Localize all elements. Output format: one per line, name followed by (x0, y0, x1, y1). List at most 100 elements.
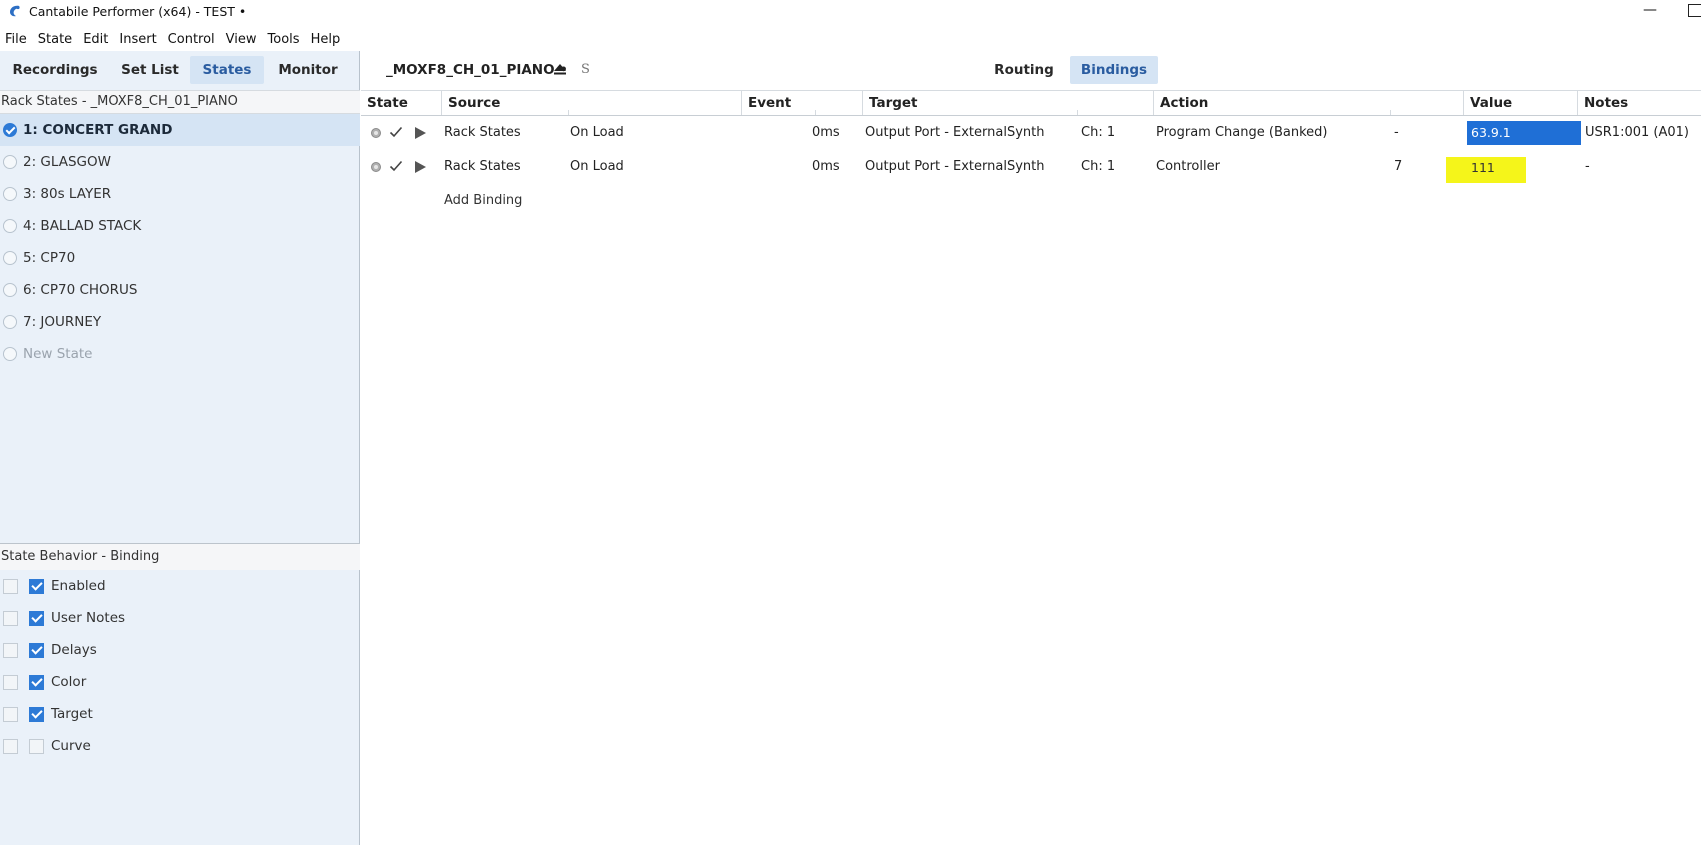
tab-routing[interactable]: Routing (986, 56, 1062, 84)
tab-states[interactable]: States (190, 56, 264, 84)
radio-circle-icon (3, 315, 17, 329)
rack-name[interactable]: _MOXF8_CH_01_PIANO • (386, 56, 568, 84)
enabled-check-icon[interactable] (389, 125, 403, 139)
bindings-grid-header: State Source Event Target Action Value N… (361, 90, 1701, 116)
column-divider (815, 110, 816, 115)
window-title: Cantabile Performer (x64) - TEST • (29, 4, 247, 19)
radio-circle-icon (3, 155, 17, 169)
state-behavior-section: State Behavior - Binding Enabled User No… (0, 543, 360, 762)
state-item-glasgow[interactable]: 2: GLASGOW (0, 146, 360, 178)
menu-view[interactable]: View (221, 29, 263, 51)
source-event-cell: On Load (570, 125, 624, 140)
title-bar: Cantabile Performer (x64) - TEST • — (0, 0, 1701, 26)
bindings-panel: _MOXF8_CH_01_PIANO • S Routing Bindings … (361, 51, 1701, 845)
user-notes-checkbox[interactable] (29, 611, 44, 626)
maximize-button[interactable] (1688, 4, 1701, 17)
status-dot-icon[interactable] (371, 162, 381, 172)
state-item-concert-grand[interactable]: 1: CONCERT GRAND (0, 114, 360, 146)
source-event-cell: On Load (570, 159, 624, 174)
action-cell: Program Change (Banked) (1156, 125, 1328, 140)
behavior-label: User Notes (51, 610, 126, 626)
tab-recordings[interactable]: Recordings (0, 56, 110, 84)
col-value[interactable]: Value (1463, 91, 1577, 115)
color-checkbox[interactable] (29, 675, 44, 690)
add-binding-button[interactable]: Add Binding (444, 185, 522, 217)
behavior-curve: Curve (0, 730, 360, 762)
include-checkbox[interactable] (3, 707, 18, 722)
behavior-label: Color (51, 674, 87, 690)
notes-cell[interactable]: - (1585, 151, 1590, 183)
state-item-label: 1: CONCERT GRAND (23, 122, 173, 138)
channel-cell: Ch: 1 (1081, 125, 1116, 140)
state-list: 1: CONCERT GRAND 2: GLASGOW 3: 80s LAYER… (0, 114, 360, 370)
include-checkbox[interactable] (3, 739, 18, 754)
radio-circle-icon (3, 219, 17, 233)
delays-checkbox[interactable] (29, 643, 44, 658)
tab-bindings[interactable]: Bindings (1070, 56, 1158, 84)
col-notes[interactable]: Notes (1577, 91, 1701, 115)
menu-edit[interactable]: Edit (78, 29, 114, 51)
target-checkbox[interactable] (29, 707, 44, 722)
value-cell[interactable]: 63.9.1 (1467, 121, 1581, 145)
menu-control[interactable]: Control (163, 29, 221, 51)
new-state-item[interactable]: New State (0, 338, 360, 370)
binding-row[interactable]: Rack States On Load 0ms Output Port - Ex… (361, 117, 1701, 149)
target-cell: Output Port - ExternalSynth (865, 125, 1045, 140)
source-cell: Rack States (444, 159, 521, 174)
state-item-cp70-chorus[interactable]: 6: CP70 CHORUS (0, 274, 360, 306)
menu-insert[interactable]: Insert (114, 29, 162, 51)
eject-icon[interactable] (553, 62, 567, 76)
selected-check-icon (3, 123, 17, 137)
menu-tools[interactable]: Tools (263, 29, 306, 51)
state-item-cp70[interactable]: 5: CP70 (0, 242, 360, 274)
add-binding-row: Add Binding (361, 185, 1701, 217)
radio-circle-icon (3, 347, 17, 361)
include-checkbox[interactable] (3, 611, 18, 626)
col-source[interactable]: Source (441, 91, 741, 115)
curve-checkbox[interactable] (29, 739, 44, 754)
behavior-user-notes: User Notes (0, 602, 360, 634)
status-dot-icon[interactable] (371, 128, 381, 138)
menu-help[interactable]: Help (306, 29, 347, 51)
cantabile-app-icon (10, 5, 20, 17)
state-item-ballad-stack[interactable]: 4: BALLAD STACK (0, 210, 360, 242)
column-divider (1077, 110, 1078, 115)
state-item-label: 6: CP70 CHORUS (23, 282, 138, 298)
state-item-label: 3: 80s LAYER (23, 186, 112, 202)
left-tab-bar: Recordings Set List States Monitor (0, 56, 360, 84)
menu-file[interactable]: File (0, 29, 33, 51)
state-item-label: 7: JOURNEY (23, 314, 102, 330)
col-action[interactable]: Action (1153, 91, 1463, 115)
play-icon[interactable] (415, 161, 426, 173)
binding-row[interactable]: Rack States On Load 0ms Output Port - Ex… (361, 151, 1701, 183)
state-behavior-header: State Behavior - Binding (0, 543, 360, 570)
enabled-check-icon[interactable] (389, 159, 403, 173)
state-item-80s-layer[interactable]: 3: 80s LAYER (0, 178, 360, 210)
rack-states-header: Rack States - _MOXF8_CH_01_PIANO (0, 90, 360, 114)
action-param-cell: - (1394, 125, 1399, 140)
delay-cell: 0ms (812, 159, 840, 174)
behavior-target: Target (0, 698, 360, 730)
col-event[interactable]: Event (741, 91, 862, 115)
notes-cell[interactable]: USR1:001 (A01) (1585, 117, 1689, 149)
radio-circle-icon (3, 187, 17, 201)
source-cell: Rack States (444, 125, 521, 140)
col-state[interactable]: State (361, 91, 441, 115)
tab-monitor[interactable]: Monitor (264, 56, 352, 84)
col-target[interactable]: Target (862, 91, 1153, 115)
left-panel: Recordings Set List States Monitor Rack … (0, 51, 360, 845)
menu-state[interactable]: State (33, 29, 78, 51)
include-checkbox[interactable] (3, 675, 18, 690)
channel-cell: Ch: 1 (1081, 159, 1116, 174)
radio-circle-icon (3, 251, 17, 265)
value-cell[interactable]: 111 (1446, 157, 1526, 183)
tab-set-list[interactable]: Set List (110, 56, 190, 84)
solo-label[interactable]: S (581, 56, 590, 84)
state-item-journey[interactable]: 7: JOURNEY (0, 306, 360, 338)
target-cell: Output Port - ExternalSynth (865, 159, 1045, 174)
include-checkbox[interactable] (3, 643, 18, 658)
minimize-button[interactable]: — (1640, 2, 1660, 22)
include-checkbox[interactable] (3, 579, 18, 594)
play-icon[interactable] (415, 127, 426, 139)
enabled-checkbox[interactable] (29, 579, 44, 594)
